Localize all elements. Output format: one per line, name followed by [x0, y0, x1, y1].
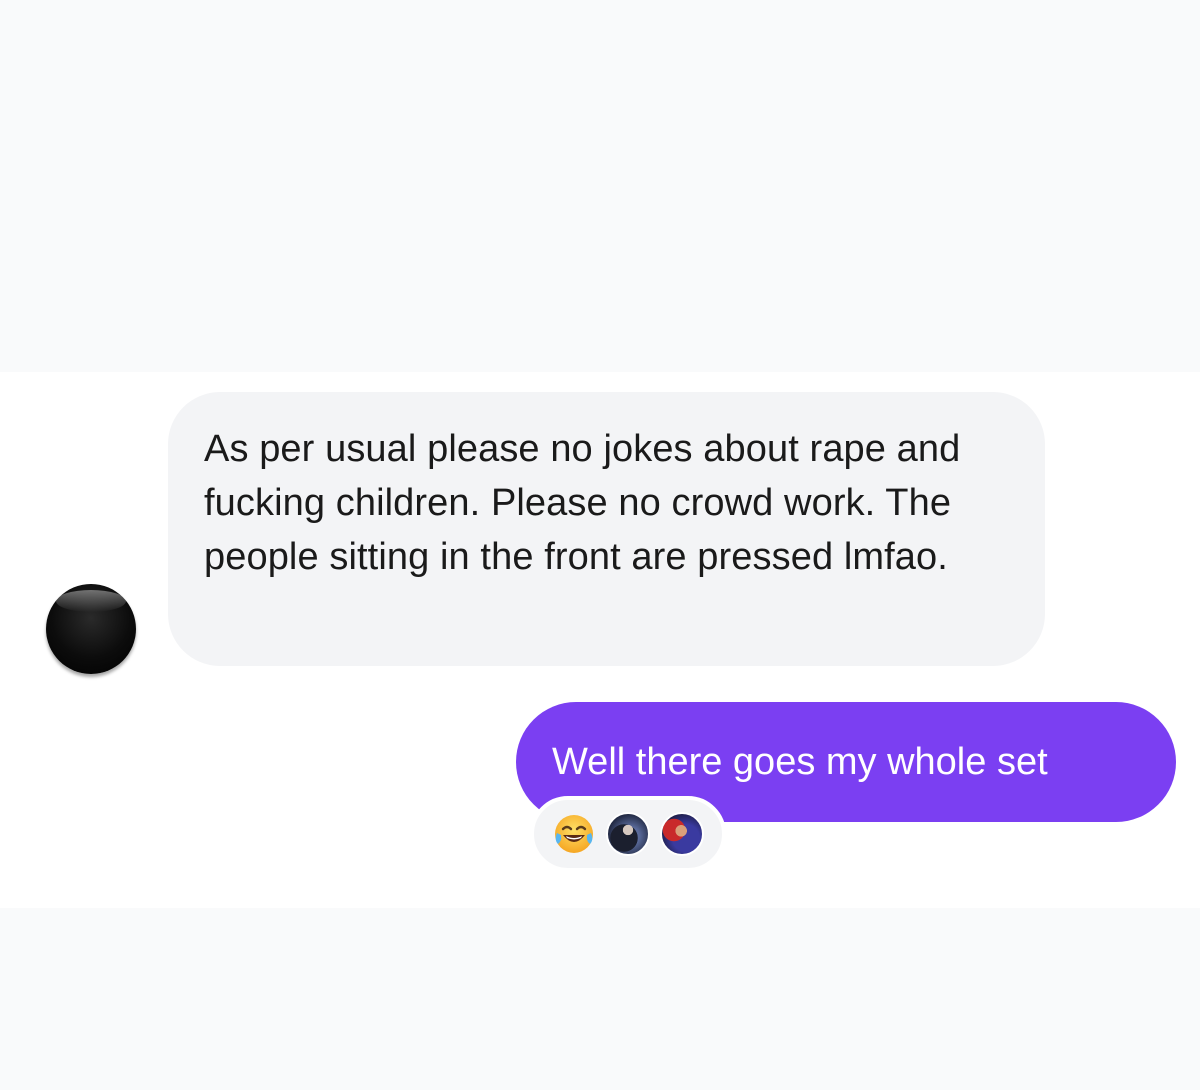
bottom-empty-area [0, 908, 1200, 1090]
top-empty-area [0, 0, 1200, 372]
incoming-message-text: As per usual please no jokes about rape … [204, 428, 961, 578]
sender-avatar[interactable] [46, 584, 136, 674]
incoming-message-bubble[interactable]: As per usual please no jokes about rape … [168, 392, 1045, 666]
outgoing-message-text: Well there goes my whole set [552, 741, 1048, 783]
reactor-avatar-1 [606, 812, 650, 856]
reactor-avatar-2 [660, 812, 704, 856]
face-with-tears-of-joy-icon [552, 812, 596, 856]
message-reactions[interactable] [530, 796, 726, 872]
